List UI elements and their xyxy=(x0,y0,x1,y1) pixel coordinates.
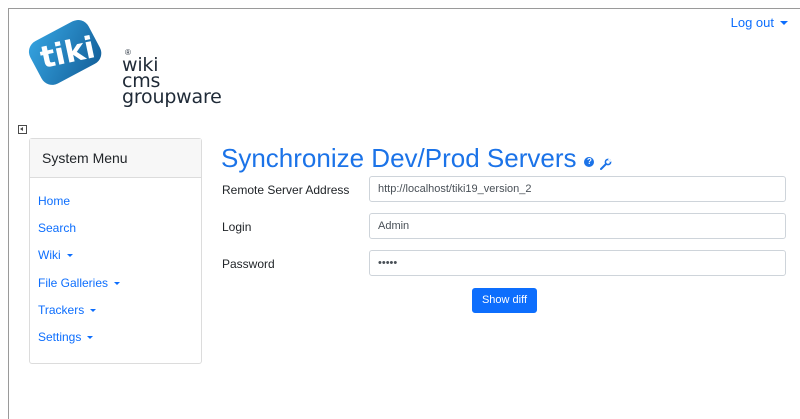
chevron-down-icon xyxy=(90,308,97,312)
collapse-sidebar-icon[interactable] xyxy=(18,125,27,134)
menu-item-search[interactable]: Search xyxy=(38,221,76,235)
remote-server-input[interactable]: http://localhost/tiki19_version_2 xyxy=(369,176,786,202)
tiki-logo[interactable]: tiki ® wiki cms groupware xyxy=(26,16,222,108)
chevron-down-icon xyxy=(87,335,94,339)
system-menu-title: System Menu xyxy=(30,139,201,178)
password-label: Password xyxy=(222,257,275,271)
page-title-text: Synchronize Dev/Prod Servers xyxy=(221,143,577,173)
logo-wordmark: wiki cms groupware xyxy=(122,56,222,108)
wrench-icon[interactable] xyxy=(600,146,612,177)
menu-item-trackers[interactable]: Trackers xyxy=(38,303,97,317)
menu-item-file-galleries[interactable]: File Galleries xyxy=(38,276,121,290)
remote-server-label: Remote Server Address xyxy=(222,183,350,197)
password-input[interactable]: ••••• xyxy=(369,250,786,276)
logout-label: Log out xyxy=(730,15,774,30)
menu-item-label: Search xyxy=(38,221,77,235)
menu-item-settings[interactable]: Settings xyxy=(38,330,94,344)
menu-item-label: Home xyxy=(38,194,71,208)
login-label: Login xyxy=(222,220,252,234)
menu-item-label: Wiki xyxy=(38,248,61,262)
menu-item-label: Trackers xyxy=(38,303,85,317)
menu-item-label: File Galleries xyxy=(38,276,109,290)
chevron-down-icon xyxy=(66,253,73,257)
help-icon[interactable]: ? xyxy=(584,156,595,167)
system-menu: System Menu Home Search Wiki File Galler… xyxy=(29,138,202,364)
chevron-down-icon xyxy=(780,20,788,25)
menu-item-label: Settings xyxy=(38,330,82,344)
show-diff-button[interactable]: Show diff xyxy=(472,288,537,313)
tiki-logo-badge-icon: tiki xyxy=(28,20,102,85)
logo-line-groupware: groupware xyxy=(122,86,222,108)
menu-item-home[interactable]: Home xyxy=(38,194,70,208)
chevron-down-icon xyxy=(114,281,121,285)
login-input[interactable]: Admin xyxy=(369,213,786,239)
logout-dropdown[interactable]: Log out xyxy=(731,15,788,30)
menu-item-wiki[interactable]: Wiki xyxy=(38,248,73,262)
page-title: Synchronize Dev/Prod Servers ? xyxy=(221,140,612,177)
